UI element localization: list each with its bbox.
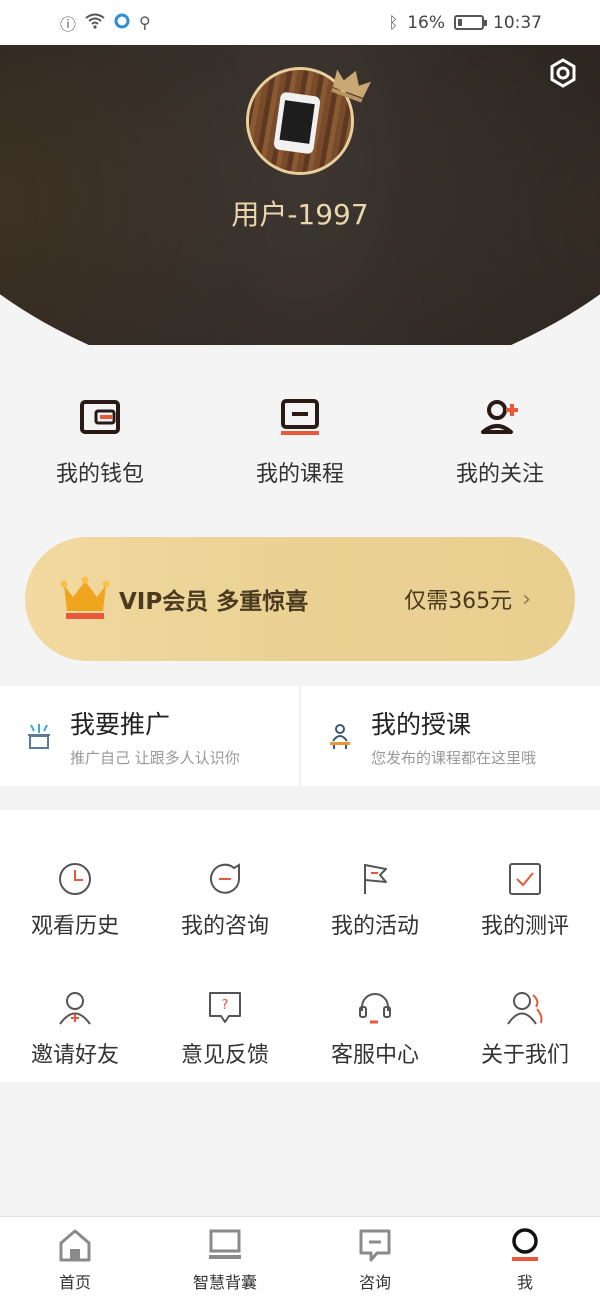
promo-title: 我要推广: [70, 709, 171, 739]
promote-card[interactable]: 我要推广 推广自己 让跟多人认识你: [0, 686, 299, 786]
grid-label: 客服中心: [330, 1043, 419, 1068]
status-icons-right: ᛒ 16% 10:37: [389, 13, 542, 33]
battery-icon: [454, 15, 487, 30]
grid-item-service[interactable]: 客服中心: [300, 953, 450, 1082]
usb-icon: ⚲: [139, 13, 151, 32]
grid-label: 我的测评: [480, 914, 569, 939]
wifi-icon: [85, 13, 105, 33]
quick-label: 我的课程: [255, 462, 344, 487]
quick-actions: 我的钱包 我的课程 我的关注: [0, 370, 600, 510]
consult-icon: [210, 863, 240, 894]
headset-icon: [359, 993, 391, 1024]
grid-label: 观看历史: [30, 914, 119, 939]
tab-label: 我: [516, 1273, 533, 1292]
quick-label: 我的关注: [455, 462, 544, 487]
chevron-right-icon: ›: [522, 586, 531, 612]
promote-icon: [28, 724, 50, 749]
vip-title: VIP会员 多重惊喜: [119, 589, 309, 615]
quick-course[interactable]: 我的课程: [200, 370, 400, 510]
clock-time: 10:37: [493, 12, 542, 33]
clock-icon: [59, 863, 91, 895]
chat-icon: [359, 1229, 391, 1262]
quick-follow[interactable]: 我的关注: [400, 370, 600, 510]
profile-icon: [512, 1228, 538, 1261]
bluetooth-icon: ᛒ: [388, 13, 399, 32]
vip-price: 仅需365元: [404, 589, 513, 614]
tab-consult[interactable]: 咨询: [300, 1217, 450, 1300]
quick-wallet[interactable]: 我的钱包: [0, 370, 200, 510]
grid-item-feedback[interactable]: ? 意见反馈: [150, 953, 300, 1082]
wallet-icon: [80, 400, 120, 434]
grid-label: 意见反馈: [180, 1043, 269, 1068]
bottom-tab-bar: 首页 智慧背囊 咨询 我: [0, 1216, 600, 1300]
promo-subtitle: 推广自己 让跟多人认识你: [70, 748, 240, 767]
alert-icon: ⓘ: [60, 14, 77, 34]
status-bar: ⓘ ⚲ ᛒ 16% 10:37: [0, 0, 600, 45]
battery-percent: 16%: [407, 12, 445, 33]
tab-label: 首页: [58, 1273, 91, 1292]
about-icon: [507, 992, 543, 1025]
quick-label: 我的钱包: [55, 462, 144, 487]
grid-label: 邀请好友: [30, 1043, 119, 1068]
grid-item-history[interactable]: 观看历史: [0, 824, 150, 953]
teacher-icon: [330, 724, 350, 749]
promo-title: 我的授课: [371, 709, 472, 739]
grid-item-consult[interactable]: 我的咨询: [150, 824, 300, 953]
tab-wisdom-bag[interactable]: 智慧背囊: [150, 1217, 300, 1300]
crown-icon: [331, 69, 371, 103]
grid-item-assessment[interactable]: 我的测评: [450, 824, 600, 953]
tab-me[interactable]: 我: [450, 1217, 600, 1300]
grid-item-invite[interactable]: 邀请好友: [0, 953, 150, 1082]
tab-home[interactable]: 首页: [0, 1217, 150, 1300]
teaching-card[interactable]: 我的授课 您发布的课程都在这里哦: [301, 686, 600, 786]
feature-grid: 观看历史 我的咨询 我的活动 我的测评 邀请好友 ? 意见反馈 客服中心 关于我…: [0, 810, 600, 1082]
promo-cards: 我要推广 推广自己 让跟多人认识你 我的授课 您发布的课程都在这里哦: [0, 686, 600, 786]
username[interactable]: 用户-1997: [0, 193, 600, 233]
svg-text:?: ?: [222, 998, 229, 1013]
flag-icon: [364, 864, 387, 894]
invite-icon: [59, 992, 91, 1025]
home-icon: [59, 1229, 91, 1262]
checkbox-icon: [509, 863, 541, 895]
feedback-icon: ?: [209, 992, 241, 1023]
vip-banner[interactable]: VIP会员 多重惊喜 仅需365元 ›: [25, 537, 575, 661]
course-icon: [281, 399, 319, 435]
grid-label: 我的咨询: [180, 914, 269, 939]
vip-crown-icon: [60, 576, 110, 619]
tab-label: 智慧背囊: [192, 1273, 257, 1292]
app-notification-icon: [114, 13, 130, 33]
settings-icon[interactable]: [548, 58, 578, 88]
follow-icon: [481, 400, 518, 434]
profile-header: 用户-1997: [0, 45, 600, 345]
laptop-icon: [209, 1229, 241, 1259]
status-icons-left: ⓘ ⚲: [60, 11, 151, 35]
grid-item-about[interactable]: 关于我们: [450, 953, 600, 1082]
tab-label: 咨询: [358, 1273, 391, 1292]
promo-subtitle: 您发布的课程都在这里哦: [371, 748, 537, 767]
grid-label: 关于我们: [480, 1043, 569, 1068]
grid-label: 我的活动: [330, 914, 419, 939]
grid-item-activity[interactable]: 我的活动: [300, 824, 450, 953]
